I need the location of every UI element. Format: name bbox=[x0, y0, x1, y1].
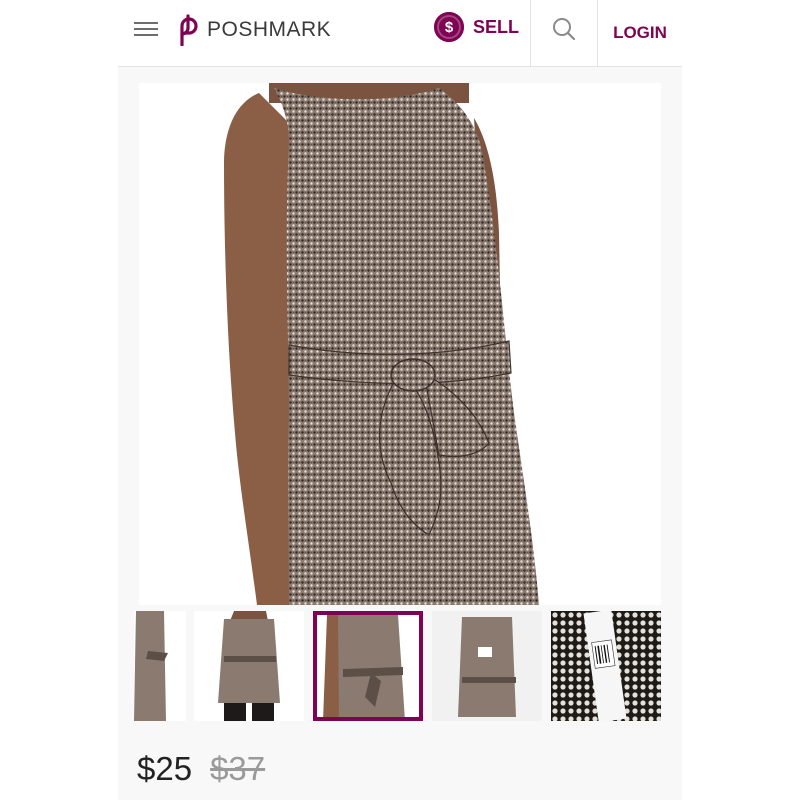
hamburger-menu-icon[interactable] bbox=[134, 18, 158, 42]
thumbnail-1[interactable] bbox=[134, 611, 186, 721]
thumbnail-strip bbox=[118, 611, 682, 722]
thumbnail-2[interactable] bbox=[194, 611, 304, 721]
search-icon bbox=[553, 18, 576, 41]
login-link[interactable]: LOGIN bbox=[598, 0, 682, 66]
sell-button[interactable]: $ SELL bbox=[434, 12, 519, 42]
dollar-coin-icon: $ bbox=[434, 12, 464, 42]
listing-price: $25 bbox=[137, 750, 193, 787]
top-navigation-bar: POSHMARK $ SELL LOGIN bbox=[118, 0, 682, 67]
poshmark-logo[interactable]: POSHMARK bbox=[173, 14, 331, 46]
price-row: $25 $37 bbox=[137, 750, 265, 788]
thumbnail-5[interactable] bbox=[551, 611, 661, 721]
poshmark-logo-icon bbox=[180, 14, 198, 46]
sell-label: SELL bbox=[473, 16, 520, 37]
original-price: $37 bbox=[210, 750, 266, 787]
thumbnail-3[interactable] bbox=[313, 611, 423, 721]
search-button[interactable] bbox=[531, 0, 597, 66]
product-main-image[interactable] bbox=[139, 83, 661, 605]
brand-name: POSHMARK bbox=[207, 18, 332, 41]
thumbnail-4[interactable] bbox=[432, 611, 542, 721]
